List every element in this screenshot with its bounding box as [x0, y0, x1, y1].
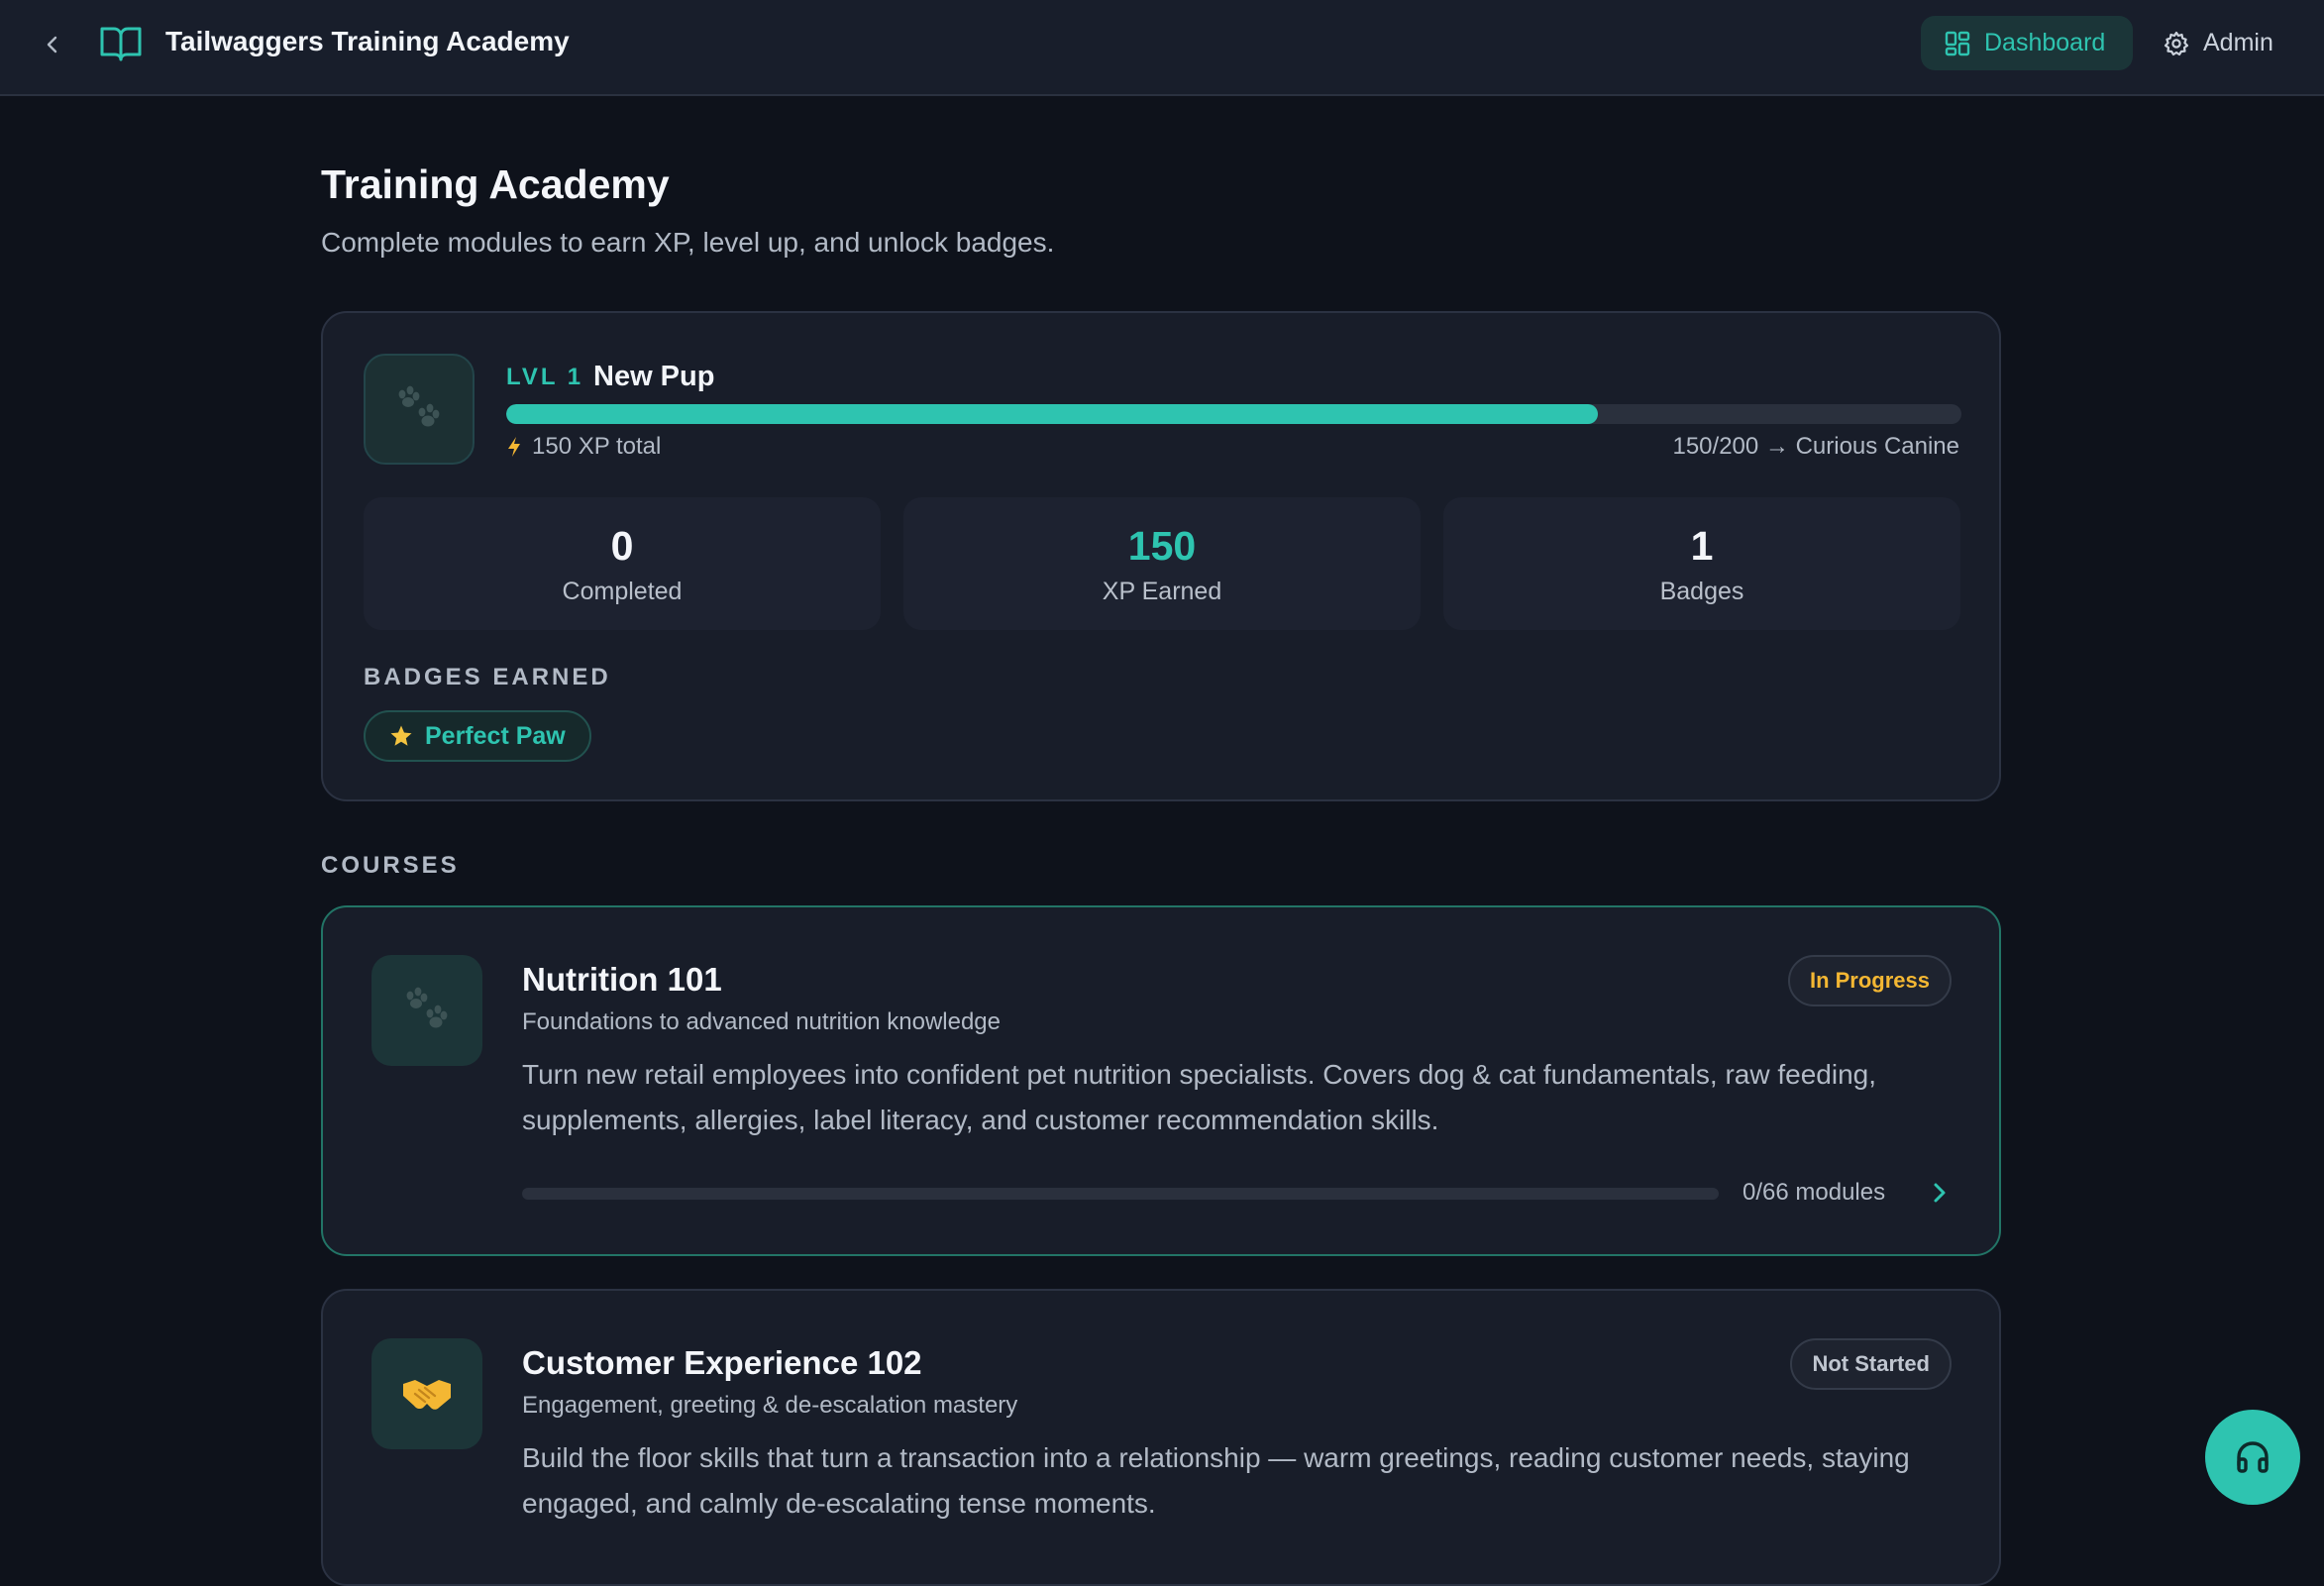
level-progress-card: LVL 1 New Pup 150 XP total 150/200 → Cur…	[321, 311, 2001, 801]
course-icon	[371, 1338, 482, 1449]
open-book-icon	[100, 27, 142, 61]
module-count: 0/66 modules	[1743, 1179, 1886, 1206]
stat-badges-value: 1	[1690, 523, 1714, 569]
xp-next-level: 150/200 → Curious Canine	[1672, 433, 1959, 460]
badge-label: Perfect Paw	[425, 721, 566, 750]
nav-dashboard-label: Dashboard	[1984, 29, 2106, 56]
stat-badges-label: Badges	[1659, 578, 1744, 605]
paw-prints-icon	[406, 987, 448, 1028]
stat-xp-label: XP Earned	[1102, 578, 1222, 605]
back-button[interactable]	[30, 22, 75, 67]
star-icon	[390, 725, 412, 746]
handshake-icon	[403, 1380, 451, 1410]
level-avatar	[364, 354, 475, 465]
course-card-customer-experience-102[interactable]: Customer Experience 102 Engagement, gree…	[321, 1289, 2001, 1586]
dashboard-grid-icon	[1945, 31, 1970, 55]
module-progress-bar	[522, 1188, 1719, 1200]
nav-admin-label: Admin	[2203, 29, 2273, 56]
course-card-nutrition-101[interactable]: Nutrition 101 Foundations to advanced nu…	[321, 905, 2001, 1256]
xp-total: 150 XP total	[506, 433, 661, 461]
status-badge: In Progress	[1787, 955, 1952, 1006]
headphones-icon	[2237, 1441, 2269, 1473]
xp-progress-bar	[506, 404, 1961, 424]
stat-completed-value: 0	[610, 523, 634, 569]
lightning-icon	[508, 437, 520, 457]
course-title: Customer Experience 102	[522, 1344, 922, 1381]
course-subtitle: Engagement, greeting & de-escalation mas…	[522, 1392, 1018, 1419]
paw-prints-icon	[398, 385, 440, 427]
course-subtitle: Foundations to advanced nutrition knowle…	[522, 1008, 1001, 1035]
stat-completed: 0 Completed	[364, 497, 881, 630]
xp-progress-fill	[506, 404, 1598, 424]
chevron-left-icon	[47, 36, 57, 53]
nav-admin-button[interactable]: Admin	[2164, 16, 2273, 70]
support-fab-button[interactable]	[2205, 1410, 2300, 1505]
course-icon	[371, 955, 482, 1066]
stat-completed-label: Completed	[562, 578, 683, 605]
top-bar: Tailwaggers Training Academy Dashboard A…	[0, 0, 2324, 96]
course-title: Nutrition 101	[522, 961, 722, 998]
courses-heading: COURSES	[321, 852, 460, 879]
page-title: Training Academy	[321, 161, 670, 207]
stat-xp-earned: 150 XP Earned	[903, 497, 1421, 630]
chevron-right-icon[interactable]	[1925, 1178, 1954, 1208]
badge-perfect-paw[interactable]: Perfect Paw	[364, 710, 591, 762]
stat-badges: 1 Badges	[1443, 497, 1960, 630]
gear-icon	[2164, 31, 2189, 55]
level-name: New Pup	[593, 361, 715, 392]
stat-xp-value: 150	[1127, 523, 1197, 569]
page-subtitle: Complete modules to earn XP, level up, a…	[321, 227, 1055, 258]
nav-dashboard-button[interactable]: Dashboard	[1921, 16, 2133, 70]
course-description: Turn new retail employees into confident…	[522, 1059, 1877, 1135]
status-badge: Not Started	[1790, 1338, 1952, 1390]
app-title: Tailwaggers Training Academy	[165, 26, 570, 56]
course-description: Build the floor skills that turn a trans…	[522, 1442, 1910, 1519]
level-number: LVL 1	[506, 364, 584, 390]
badges-heading: BADGES EARNED	[364, 664, 611, 690]
xp-total-label: 150 XP total	[532, 433, 662, 460]
